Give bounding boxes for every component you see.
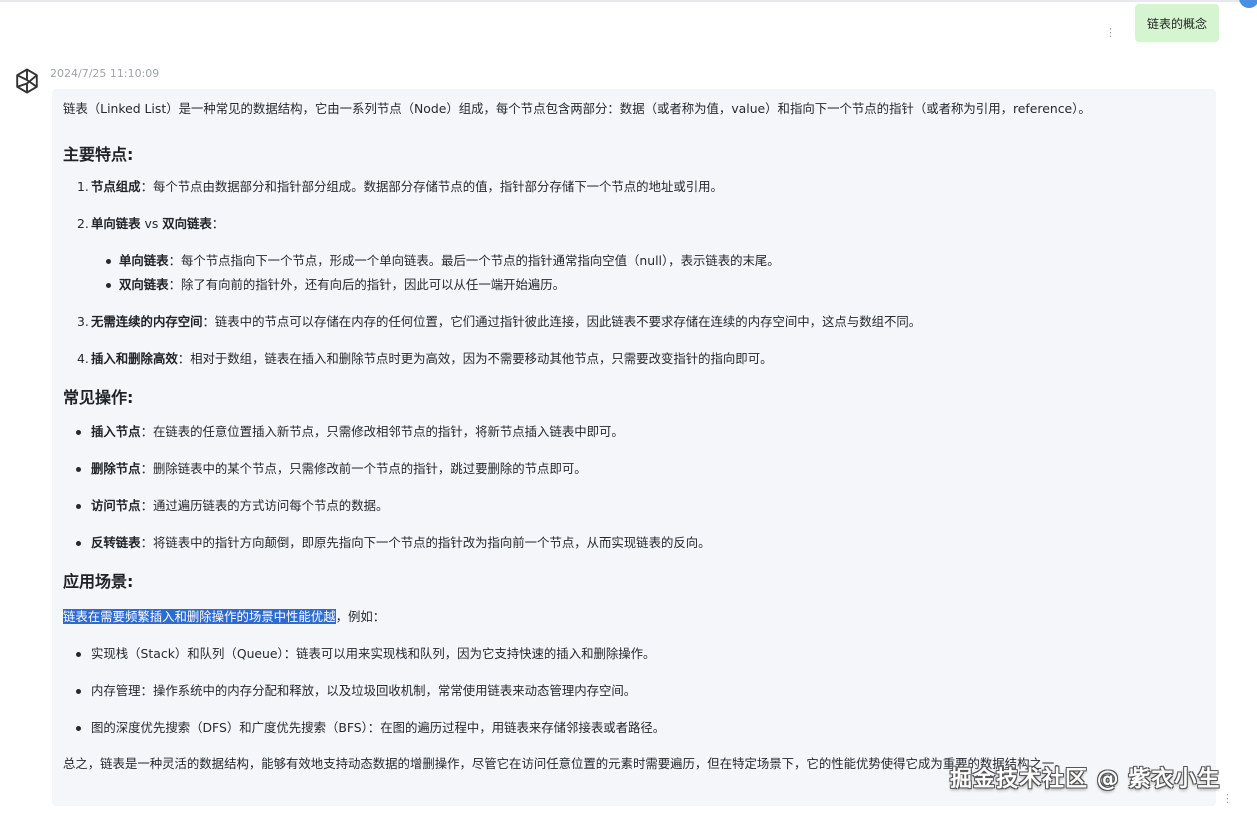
feature-sub-item: 单向链表：每个节点指向下一个节点，形成一个单向链表。最后一个节点的指针通常指向空… — [91, 252, 1216, 270]
feature-item: 4. 插入和删除高效：相对于数组，链表在插入和删除节点时更为高效，因为不需要移动其… — [77, 351, 773, 366]
operations-list: 插入节点：在链表的任意位置插入新节点，只需修改相邻节点的指针，将新节点插入链表中… — [63, 423, 1216, 552]
operation-item: 访问节点：通过遍历链表的方式访问每个节点的数据。 — [63, 497, 1216, 515]
feature-term: 插入和删除高效 — [91, 351, 178, 366]
assistant-answer: 链表（Linked List）是一种常见的数据结构，它由一系列节点（Node）组… — [52, 89, 1216, 806]
openai-logo-icon — [16, 68, 38, 94]
applications-heading: 应用场景: — [63, 572, 134, 591]
feature-sub-list: 单向链表：每个节点指向下一个节点，形成一个单向链表。最后一个节点的指针通常指向空… — [91, 252, 1216, 294]
feature-term: 节点组成 — [91, 179, 141, 194]
application-item: 内存管理：操作系统中的内存分配和释放，以及垃圾回收机制，常常使用链表来动态管理内… — [63, 682, 1216, 700]
operation-item: 删除节点：删除链表中的某个节点，只需修改前一个节点的指针，跳过要删除的节点即可。 — [63, 460, 1216, 478]
feature-term: 双向链表 — [162, 216, 212, 231]
application-item: 实现栈（Stack）和队列（Queue）：链表可以用来实现栈和队列，因为它支持快… — [63, 645, 1216, 663]
user-avatar[interactable] — [1235, 0, 1257, 8]
operation-item: 插入节点：在链表的任意位置插入新节点，只需修改相邻节点的指针，将新节点插入链表中… — [63, 423, 1216, 441]
operations-heading: 常见操作: — [63, 388, 134, 407]
vertical-dots-icon[interactable]: ⋮ — [1105, 27, 1116, 39]
features-list: 1. 节点组成：每个节点由数据部分和指针部分组成。数据部分存储节点的值，指针部分存… — [63, 178, 1216, 368]
selected-text[interactable]: 链表在需要频繁插入和删除操作的场景中性能优越 — [63, 609, 336, 624]
application-item: 图的深度优先搜索（DFS）和广度优先搜索（BFS）：在图的遍历过程中，用链表来存… — [63, 719, 1216, 737]
feature-item: 3. 无需连续的内存空间：链表中的节点可以存储在内存的任何位置，它们通过指针彼此连… — [77, 314, 922, 329]
feature-item: 2. 单向链表 vs 双向链表： 单向链表：每个节点指向下一个节点，形成一个单向链… — [63, 215, 1216, 294]
vertical-dots-icon[interactable]: ⋮ — [1222, 793, 1233, 805]
watermark: 掘金技术社区 @ 紫衣小生 — [950, 767, 1221, 792]
applications-lead: 链表在需要频繁插入和删除操作的场景中性能优越，例如： — [63, 609, 386, 624]
applications-list: 实现栈（Stack）和队列（Queue）：链表可以用来实现栈和队列，因为它支持快… — [63, 645, 1216, 737]
feature-term: 无需连续的内存空间 — [91, 314, 203, 329]
feature-term: 单向链表 — [91, 216, 141, 231]
features-heading: 主要特点: — [63, 145, 134, 164]
intro-paragraph: 链表（Linked List）是一种常见的数据结构，它由一系列节点（Node）组… — [63, 101, 1091, 116]
feature-sub-item: 双向链表：除了有向前的指针外，还有向后的指针，因此可以从任一端开始遍历。 — [91, 276, 1216, 294]
top-divider — [0, 0, 1257, 2]
user-message-text: 链表的概念 — [1146, 16, 1207, 31]
message-timestamp: 2024/7/25 11:10:09 — [50, 67, 160, 80]
operation-item: 反转链表：将链表中的指针方向颠倒，即原先指向下一个节点的指针改为指向前一个节点，… — [63, 534, 1216, 552]
user-message-bubble: 链表的概念 — [1134, 4, 1219, 42]
feature-item: 1. 节点组成：每个节点由数据部分和指针部分组成。数据部分存储节点的值，指针部分存… — [77, 179, 723, 194]
